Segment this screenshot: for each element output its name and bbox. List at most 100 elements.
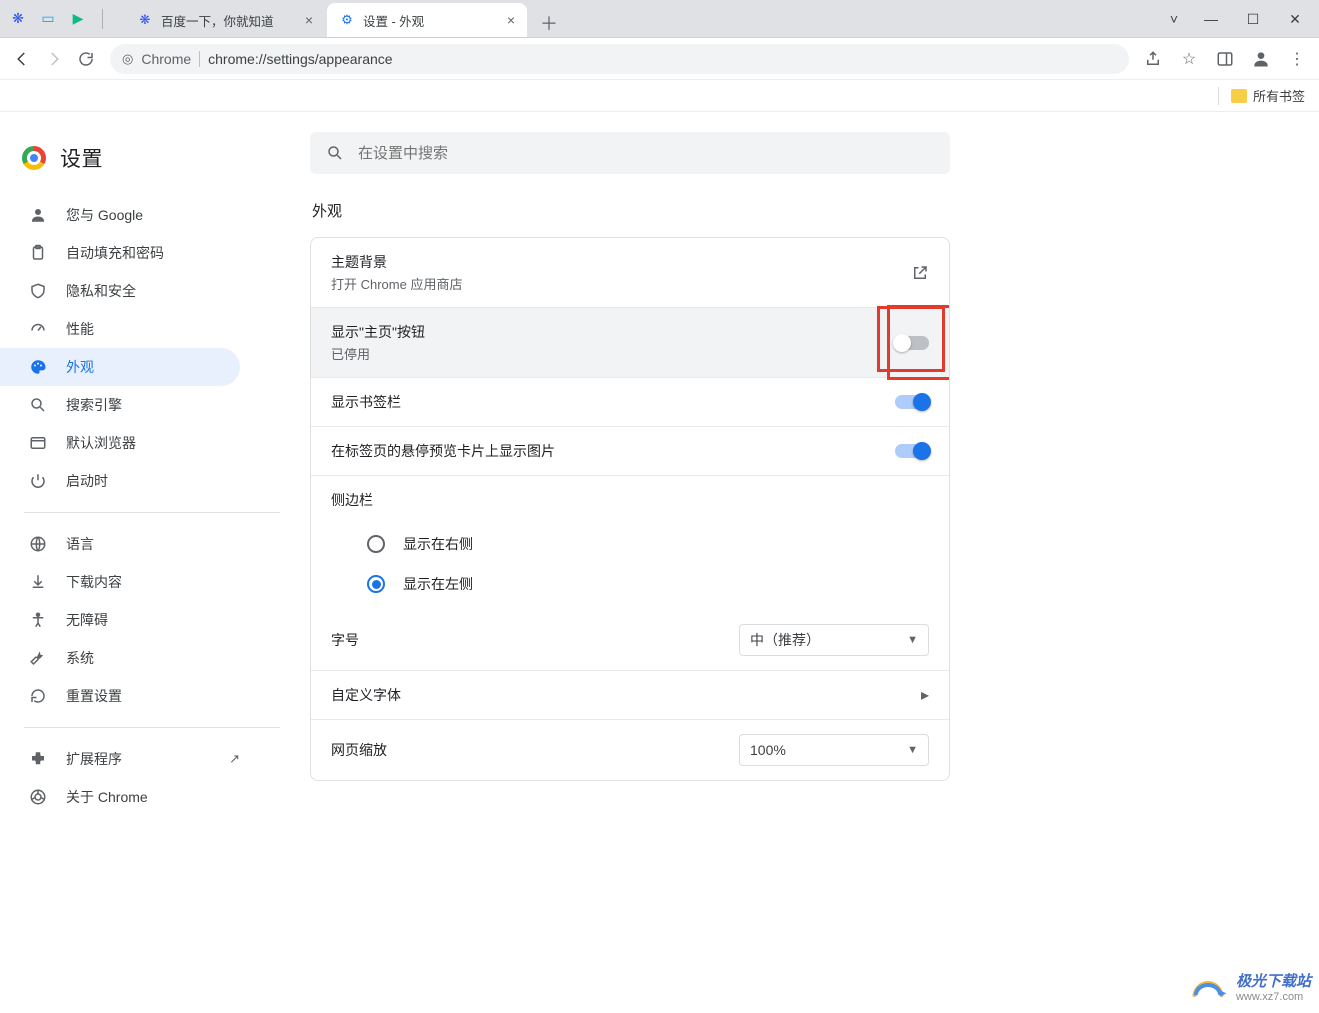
toolbar-right: ☆ ⋮ — [1137, 43, 1313, 75]
close-window-button[interactable]: ✕ — [1275, 5, 1315, 33]
palette-icon — [28, 358, 48, 376]
nav-languages[interactable]: 语言 — [0, 525, 240, 563]
maximize-button[interactable]: ☐ — [1233, 5, 1273, 33]
row-title: 在标签页的悬停预览卡片上显示图片 — [331, 441, 895, 461]
nav-label: 启动时 — [66, 471, 108, 491]
chrome-logo-icon — [22, 146, 46, 170]
sidepanel-option-left[interactable]: 显示在左侧 — [311, 564, 949, 610]
bookmark-divider — [1218, 87, 1219, 105]
nav-label: 外观 — [66, 357, 94, 377]
nav-label: 重置设置 — [66, 686, 122, 706]
nav-about-chrome[interactable]: 关于 Chrome — [0, 778, 240, 816]
nav-search-engine[interactable]: 搜索引擎 — [0, 386, 240, 424]
back-button[interactable] — [6, 43, 38, 75]
window-controls: ˅ — ☐ ✕ — [1159, 0, 1315, 38]
caret-down-icon: ▼ — [907, 634, 918, 646]
nav-privacy[interactable]: 隐私和安全 — [0, 272, 240, 310]
nav-system[interactable]: 系统 — [0, 639, 240, 677]
nav-label: 默认浏览器 — [66, 433, 136, 453]
reload-button[interactable] — [70, 43, 102, 75]
tab-baidu[interactable]: ❋ 百度一下，你就知道 × — [125, 3, 325, 37]
bilibili-icon[interactable]: ▭ — [38, 9, 58, 29]
nav-reset[interactable]: 重置设置 — [0, 677, 240, 715]
forward-button[interactable] — [38, 43, 70, 75]
row-title: 自定义字体 — [331, 685, 921, 705]
nav-label: 系统 — [66, 648, 94, 668]
chevron-down-icon[interactable]: ˅ — [1159, 5, 1189, 33]
settings-search-input[interactable] — [358, 145, 934, 162]
nav-performance[interactable]: 性能 — [0, 310, 240, 348]
nav-separator — [24, 512, 280, 513]
row-title: 网页缩放 — [331, 740, 739, 760]
hover-preview-toggle[interactable] — [895, 444, 929, 458]
url-text: chrome://settings/appearance — [208, 51, 392, 67]
row-theme[interactable]: 主题背景 打开 Chrome 应用商店 — [311, 238, 949, 307]
row-title: 字号 — [331, 630, 739, 650]
wrench-icon — [28, 649, 48, 667]
nav-label: 无障碍 — [66, 610, 108, 630]
shield-icon — [28, 282, 48, 300]
show-bookmarks-toggle[interactable] — [895, 395, 929, 409]
nav-label: 关于 Chrome — [66, 787, 148, 807]
accessibility-icon — [28, 611, 48, 629]
nav-label: 隐私和安全 — [66, 281, 136, 301]
watermark-logo-icon — [1188, 971, 1228, 1003]
nav-autofill[interactable]: 自动填充和密码 — [0, 234, 240, 272]
new-tab-button[interactable]: ＋ — [535, 9, 563, 37]
minimize-button[interactable]: — — [1191, 5, 1231, 33]
share-icon[interactable] — [1137, 43, 1169, 75]
nav-label: 性能 — [66, 319, 94, 339]
reset-icon — [28, 687, 48, 705]
gauge-icon — [28, 320, 48, 338]
baidu-paw-icon[interactable]: ❋ — [8, 9, 28, 29]
close-tab-icon[interactable]: × — [305, 12, 313, 28]
font-size-select[interactable]: 中（推荐） ▼ — [739, 624, 929, 656]
nav-appearance[interactable]: 外观 — [0, 348, 240, 386]
video-play-icon[interactable]: ▶ — [68, 9, 88, 29]
row-custom-fonts[interactable]: 自定义字体 ▸ — [311, 670, 949, 719]
nav-downloads[interactable]: 下载内容 — [0, 563, 240, 601]
settings-header: 设置 — [0, 132, 310, 184]
chrome-site-icon: ◎ — [122, 51, 133, 67]
bookmarks-bar: 所有书签 — [0, 80, 1319, 112]
tab-settings[interactable]: ⚙ 设置 - 外观 × — [327, 3, 527, 37]
page-zoom-select[interactable]: 100% ▼ — [739, 734, 929, 766]
sidepanel-option-right[interactable]: 显示在右侧 — [311, 524, 949, 564]
row-title: 显示书签栏 — [331, 392, 895, 412]
profile-avatar-icon[interactable] — [1245, 43, 1277, 75]
gear-favicon-icon: ⚙ — [339, 12, 355, 28]
watermark-url: www.xz7.com — [1236, 991, 1311, 1003]
nav-list-secondary: 语言 下载内容 无障碍 系统 重置设置 — [0, 525, 310, 715]
nav-separator — [24, 727, 280, 728]
all-bookmarks-button[interactable]: 所有书签 — [1231, 86, 1305, 105]
nav-list-main: 您与 Google 自动填充和密码 隐私和安全 性能 外观 搜索引擎 默认浏览器… — [0, 196, 310, 500]
nav-on-startup[interactable]: 启动时 — [0, 462, 240, 500]
chrome-icon — [28, 788, 48, 806]
radio-label: 显示在左侧 — [403, 574, 473, 594]
select-value: 100% — [750, 742, 786, 758]
close-tab-icon[interactable]: × — [507, 12, 515, 28]
nav-default-browser[interactable]: 默认浏览器 — [0, 424, 240, 462]
folder-icon — [1231, 89, 1247, 103]
watermark: 极光下载站 www.xz7.com — [1188, 970, 1311, 1003]
omnibox-divider — [199, 51, 200, 67]
nav-label: 语言 — [66, 534, 94, 554]
settings-content: 设置 您与 Google 自动填充和密码 隐私和安全 性能 外观 搜索引擎 默认… — [0, 112, 1319, 1013]
nav-you-and-google[interactable]: 您与 Google — [0, 196, 240, 234]
kebab-menu-icon[interactable]: ⋮ — [1281, 43, 1313, 75]
omnibox[interactable]: ◎ Chrome chrome://settings/appearance — [110, 44, 1129, 74]
bookmark-star-icon[interactable]: ☆ — [1173, 43, 1205, 75]
search-icon — [28, 396, 48, 414]
sidepanel-icon[interactable] — [1209, 43, 1241, 75]
settings-search[interactable] — [310, 132, 950, 174]
row-subtitle: 打开 Chrome 应用商店 — [331, 274, 911, 293]
tab-label: 百度一下，你就知道 — [161, 11, 274, 30]
all-bookmarks-label: 所有书签 — [1253, 86, 1305, 105]
show-home-toggle[interactable] — [895, 336, 929, 350]
row-sidepanel-header: 侧边栏 — [311, 475, 949, 524]
row-hover-preview-images: 在标签页的悬停预览卡片上显示图片 — [311, 426, 949, 475]
nav-extensions[interactable]: 扩展程序↗ — [0, 740, 240, 778]
radio-label: 显示在右侧 — [403, 534, 473, 554]
nav-label: 扩展程序 — [66, 749, 122, 769]
nav-accessibility[interactable]: 无障碍 — [0, 601, 240, 639]
